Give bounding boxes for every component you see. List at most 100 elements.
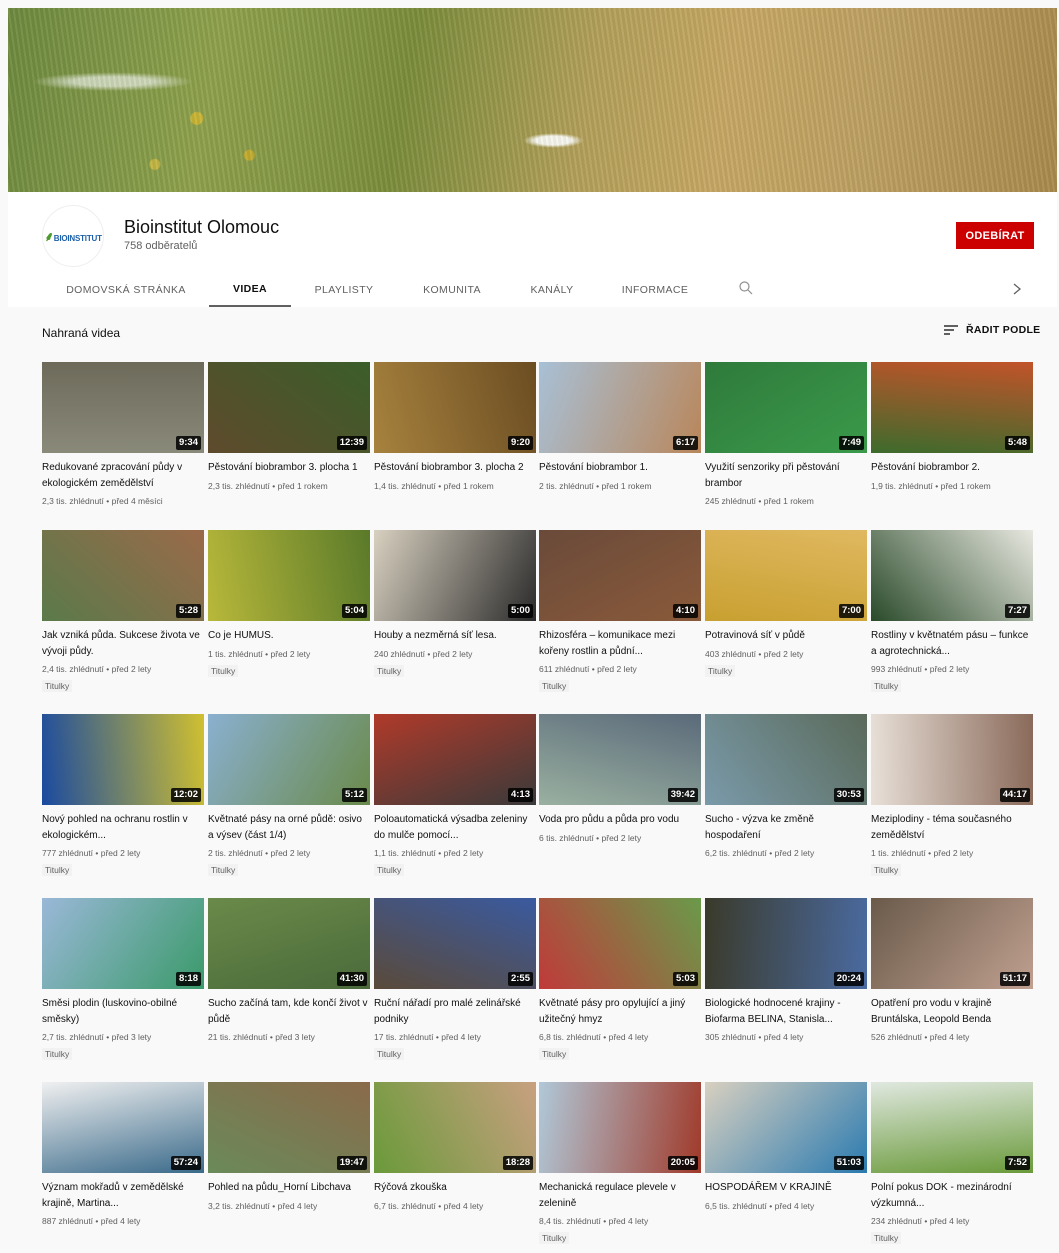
video-thumbnail[interactable]: 19:47	[208, 1082, 370, 1173]
video-thumbnail[interactable]: 2:55	[374, 898, 536, 989]
video-card[interactable]: 7:52 Polní pokus DOK - mezinárodní výzkum…	[871, 1082, 1033, 1246]
search-icon[interactable]	[738, 280, 754, 296]
video-title[interactable]: Biologické hodnocené krajiny - Biofarma …	[705, 996, 867, 1027]
chevron-right-icon[interactable]	[1009, 280, 1025, 298]
video-title[interactable]: Houby a nezměrná síť lesa.	[374, 628, 536, 644]
video-title[interactable]: Polní pokus DOK - mezinárodní výzkumná..…	[871, 1180, 1033, 1211]
tab-playlists[interactable]: PLAYLISTY	[304, 272, 384, 307]
video-title[interactable]: Rýčová zkouška	[374, 1180, 536, 1196]
video-thumbnail[interactable]: 7:00	[705, 530, 867, 621]
video-title[interactable]: Redukované zpracování půdy v ekologickém…	[42, 460, 204, 491]
video-title[interactable]: Květnaté pásy pro opylující a jiný užite…	[539, 996, 701, 1027]
video-thumbnail[interactable]: 12:02	[42, 714, 204, 805]
video-card[interactable]: 8:18 Směsi plodin (luskovino-obilné směsk…	[42, 898, 204, 1062]
video-card[interactable]: 7:27 Rostliny v květnatém pásu – funkce a…	[871, 530, 1033, 694]
tab-channels[interactable]: KANÁLY	[518, 272, 586, 307]
video-card[interactable]: 7:00 Potravinová síť v půdě 403 zhlédnutí …	[705, 530, 867, 679]
video-title[interactable]: Sucho - výzva ke změně hospodaření	[705, 812, 867, 843]
video-card[interactable]: 2:55 Ruční nářadí pro malé zelinářské pod…	[374, 898, 536, 1062]
video-title[interactable]: Opatření pro vodu v krajině Bruntálska, …	[871, 996, 1033, 1027]
video-thumbnail[interactable]: 51:17	[871, 898, 1033, 989]
video-title[interactable]: Voda pro půdu a půda pro vodu	[539, 812, 701, 828]
video-thumbnail[interactable]: 30:53	[705, 714, 867, 805]
video-card[interactable]: 5:00 Houby a nezměrná síť lesa. 240 zhlédn…	[374, 530, 536, 679]
video-thumbnail[interactable]: 4:10	[539, 530, 701, 621]
video-title[interactable]: HOSPODÁŘEM V KRAJINĚ	[705, 1180, 867, 1196]
video-card[interactable]: 41:30 Sucho začíná tam, kde končí život v…	[208, 898, 370, 1042]
video-title[interactable]: Rostliny v květnatém pásu – funkce a agr…	[871, 628, 1033, 659]
avatar[interactable]: ⸙BIOINSTITUT	[42, 205, 104, 267]
video-thumbnail[interactable]: 20:05	[539, 1082, 701, 1173]
video-thumbnail[interactable]: 8:18	[42, 898, 204, 989]
video-title[interactable]: Směsi plodin (luskovino-obilné směsky)	[42, 996, 204, 1027]
video-card[interactable]: 20:05 Mechanická regulace plevele v zelen…	[539, 1082, 701, 1246]
video-card[interactable]: 5:28 Jak vzniká půda. Sukcese života ve v…	[42, 530, 204, 694]
video-card[interactable]: 39:42 Voda pro půdu a půda pro vodu 6 tis.…	[539, 714, 701, 843]
video-card[interactable]: 57:24 Význam mokřadů v zemědělské krajině…	[42, 1082, 204, 1226]
video-thumbnail[interactable]: 5:12	[208, 714, 370, 805]
video-thumbnail[interactable]: 6:17	[539, 362, 701, 453]
video-thumbnail[interactable]: 57:24	[42, 1082, 204, 1173]
video-thumbnail[interactable]: 9:34	[42, 362, 204, 453]
video-title[interactable]: Význam mokřadů v zemědělské krajině, Mar…	[42, 1180, 204, 1211]
video-title[interactable]: Pěstování biobrambor 3. plocha 1	[208, 460, 370, 476]
tab-about[interactable]: INFORMACE	[612, 272, 698, 307]
video-card[interactable]: 12:02 Nový pohled na ochranu rostlin v ek…	[42, 714, 204, 878]
video-thumbnail[interactable]: 5:03	[539, 898, 701, 989]
video-title[interactable]: Využití senzoriky při pěstování brambor	[705, 460, 867, 491]
video-card[interactable]: 18:28 Rýčová zkouška 6,7 tis. zhlédnutí • …	[374, 1082, 536, 1211]
video-card[interactable]: 51:03 HOSPODÁŘEM V KRAJINĚ 6,5 tis. zhlédn…	[705, 1082, 867, 1211]
video-card[interactable]: 51:17 Opatření pro vodu v krajině Bruntál…	[871, 898, 1033, 1042]
video-card[interactable]: 19:47 Pohled na půdu_Horní Libchava 3,2 ti…	[208, 1082, 370, 1211]
video-title[interactable]: Nový pohled na ochranu rostlin v ekologi…	[42, 812, 204, 843]
video-card[interactable]: 9:34 Redukované zpracování půdy v ekologi…	[42, 362, 204, 506]
tab-videos[interactable]: VIDEA	[209, 272, 291, 307]
video-title[interactable]: Poloautomatická výsadba zeleniny do mulč…	[374, 812, 536, 843]
video-title[interactable]: Potravinová síť v půdě	[705, 628, 867, 644]
video-card[interactable]: 44:17 Meziplodiny - téma současného zeměd…	[871, 714, 1033, 878]
video-thumbnail[interactable]: 41:30	[208, 898, 370, 989]
video-card[interactable]: 12:39 Pěstování biobrambor 3. plocha 1 2,3…	[208, 362, 370, 491]
video-title[interactable]: Pěstování biobrambor 2.	[871, 460, 1033, 476]
video-title[interactable]: Pěstování biobrambor 1.	[539, 460, 701, 476]
video-card[interactable]: 7:49 Využití senzoriky při pěstování bram…	[705, 362, 867, 506]
video-title[interactable]: Mechanická regulace plevele v zelenině	[539, 1180, 701, 1211]
video-title[interactable]: Sucho začíná tam, kde končí život v půdě	[208, 996, 370, 1027]
video-thumbnail[interactable]: 7:52	[871, 1082, 1033, 1173]
video-card[interactable]: 6:17 Pěstování biobrambor 1. 2 tis. zhlédn…	[539, 362, 701, 491]
video-title[interactable]: Pěstování biobrambor 3. plocha 2	[374, 460, 536, 476]
video-thumbnail[interactable]: 12:39	[208, 362, 370, 453]
video-thumbnail[interactable]: 5:28	[42, 530, 204, 621]
video-thumbnail[interactable]: 5:00	[374, 530, 536, 621]
video-thumbnail[interactable]: 20:24	[705, 898, 867, 989]
video-card[interactable]: 5:12 Květnaté pásy na orné půdě: osivo a …	[208, 714, 370, 878]
video-title[interactable]: Jak vzniká půda. Sukcese života ve vývoj…	[42, 628, 204, 659]
video-thumbnail[interactable]: 18:28	[374, 1082, 536, 1173]
video-card[interactable]: 4:13 Poloautomatická výsadba zeleniny do …	[374, 714, 536, 878]
video-title[interactable]: Rhizosféra – komunikace mezi kořeny rost…	[539, 628, 701, 659]
video-thumbnail[interactable]: 44:17	[871, 714, 1033, 805]
video-thumbnail[interactable]: 51:03	[705, 1082, 867, 1173]
video-card[interactable]: 9:20 Pěstování biobrambor 3. plocha 2 1,4 …	[374, 362, 536, 491]
video-thumbnail[interactable]: 9:20	[374, 362, 536, 453]
video-thumbnail[interactable]: 4:13	[374, 714, 536, 805]
tab-community[interactable]: KOMUNITA	[412, 272, 492, 307]
video-title[interactable]: Pohled na půdu_Horní Libchava	[208, 1180, 370, 1196]
video-card[interactable]: 5:04 Co je HUMUS. 1 tis. zhlédnutí • před …	[208, 530, 370, 679]
video-card[interactable]: 5:48 Pěstování biobrambor 2. 1,9 tis. zhlé…	[871, 362, 1033, 491]
video-thumbnail[interactable]: 5:48	[871, 362, 1033, 453]
sort-button[interactable]: ŘADIT PODLE	[944, 324, 1040, 336]
tab-home[interactable]: DOMOVSKÁ STRÁNKA	[56, 272, 196, 307]
video-card[interactable]: 5:03 Květnaté pásy pro opylující a jiný u…	[539, 898, 701, 1062]
video-title[interactable]: Květnaté pásy na orné půdě: osivo a výse…	[208, 812, 370, 843]
video-card[interactable]: 4:10 Rhizosféra – komunikace mezi kořeny …	[539, 530, 701, 694]
video-card[interactable]: 20:24 Biologické hodnocené krajiny - Biof…	[705, 898, 867, 1042]
video-title[interactable]: Co je HUMUS.	[208, 628, 370, 644]
video-thumbnail[interactable]: 39:42	[539, 714, 701, 805]
video-title[interactable]: Ruční nářadí pro malé zelinářské podniky	[374, 996, 536, 1027]
video-thumbnail[interactable]: 5:04	[208, 530, 370, 621]
video-thumbnail[interactable]: 7:27	[871, 530, 1033, 621]
video-card[interactable]: 30:53 Sucho - výzva ke změně hospodaření 6…	[705, 714, 867, 858]
video-thumbnail[interactable]: 7:49	[705, 362, 867, 453]
subscribe-button[interactable]: ODEBÍRAT	[956, 222, 1034, 249]
